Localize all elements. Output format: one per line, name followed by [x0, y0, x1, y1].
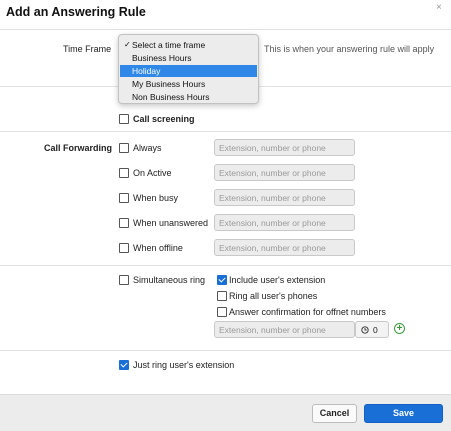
simultaneous-ring-checkbox[interactable]: [119, 275, 129, 285]
on-active-target-input[interactable]: [214, 164, 355, 181]
just-ring-checkbox[interactable]: [119, 360, 129, 370]
time-frame-option[interactable]: Non Business Hours: [120, 91, 257, 103]
just-ring-label: Just ring user's extension: [133, 360, 235, 370]
time-frame-label: Time Frame: [63, 44, 112, 54]
option-label: Select a time frame: [132, 40, 206, 50]
when-offline-checkbox[interactable]: [119, 243, 129, 253]
ring-all-phones-label: Ring all user's phones: [229, 291, 318, 301]
when-busy-checkbox[interactable]: [119, 193, 129, 203]
call-screening-checkbox[interactable]: [119, 114, 129, 124]
close-icon[interactable]: ×: [436, 2, 442, 13]
clock-icon: [361, 326, 369, 334]
answer-confirmation-label: Answer confirmation for offnet numbers: [229, 307, 386, 317]
cancel-button[interactable]: Cancel: [312, 404, 357, 423]
section-divider: [0, 350, 451, 351]
ring-timer-field[interactable]: 0: [355, 321, 389, 338]
include-extension-checkbox[interactable]: [217, 275, 227, 285]
call-forwarding-label: Call Forwarding: [44, 143, 113, 153]
time-frame-option-selected[interactable]: Holiday: [120, 65, 257, 77]
on-active-label: On Active: [133, 168, 172, 178]
simultaneous-target-input[interactable]: [214, 321, 355, 338]
option-label: Holiday: [132, 66, 161, 76]
when-unanswered-label: When unanswered: [133, 218, 209, 228]
checkmark-icon: ✓: [124, 40, 131, 49]
time-frame-hint: This is when your answering rule will ap…: [264, 44, 435, 54]
when-offline-target-input[interactable]: [214, 239, 355, 256]
section-divider: [0, 265, 451, 266]
time-frame-dropdown[interactable]: ✓ Select a time frame Business Hours Hol…: [118, 34, 259, 104]
when-busy-target-input[interactable]: [214, 189, 355, 206]
time-frame-option[interactable]: My Business Hours: [120, 78, 257, 90]
option-label: Non Business Hours: [132, 92, 210, 102]
call-screening-label: Call screening: [133, 114, 195, 124]
ring-all-phones-checkbox[interactable]: [217, 291, 227, 301]
ring-timer-value: 0: [373, 325, 378, 335]
section-divider: [0, 131, 451, 132]
plus-circle-icon[interactable]: +: [394, 323, 405, 334]
time-frame-option[interactable]: ✓ Select a time frame: [120, 39, 257, 51]
answer-confirmation-checkbox[interactable]: [217, 307, 227, 317]
always-target-input[interactable]: [214, 139, 355, 156]
option-label: Business Hours: [132, 53, 192, 63]
header-divider: [0, 29, 451, 30]
when-unanswered-checkbox[interactable]: [119, 218, 129, 228]
when-offline-label: When offline: [133, 243, 183, 253]
save-button[interactable]: Save: [364, 404, 443, 423]
simultaneous-ring-label: Simultaneous ring: [133, 275, 206, 285]
on-active-checkbox[interactable]: [119, 168, 129, 178]
always-checkbox[interactable]: [119, 143, 129, 153]
time-frame-option[interactable]: Business Hours: [120, 52, 257, 64]
always-label: Always: [133, 143, 162, 153]
dialog-title: Add an Answering Rule: [6, 5, 146, 19]
include-extension-label: Include user's extension: [229, 275, 326, 285]
option-label: My Business Hours: [132, 79, 206, 89]
when-unanswered-target-input[interactable]: [214, 214, 355, 231]
when-busy-label: When busy: [133, 193, 179, 203]
